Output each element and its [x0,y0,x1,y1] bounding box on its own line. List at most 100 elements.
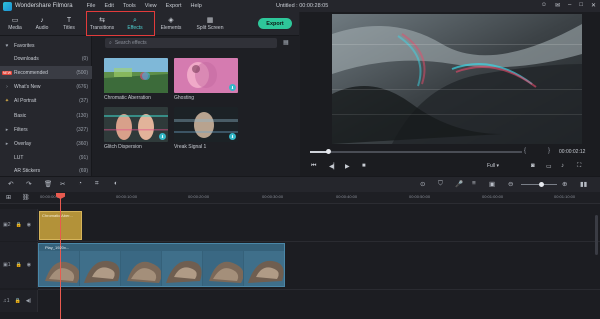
clip-thumbnail [39,251,79,286]
playback-scrubber[interactable] [310,151,522,153]
tab-elements[interactable]: ◈ Elements [156,14,186,34]
protect-icon[interactable]: ⛉ [438,180,443,188]
fullscreen-icon[interactable]: ⛶ [577,163,581,170]
effect-thumbnail [104,58,168,93]
color-icon[interactable]: ◐ [114,180,118,187]
sidebar-item-count: (676) [76,83,88,90]
eye-icon[interactable]: ◉ [27,262,31,268]
minimize-icon[interactable]: – [568,2,571,9]
export-button[interactable]: Export [258,18,292,29]
eye-icon[interactable]: ◉ [27,222,31,228]
tab-titles[interactable]: T Titles [56,14,82,34]
grid-view-icon[interactable]: ▦ [283,39,291,47]
video-clip[interactable]: Play_1920x... [38,243,285,287]
speaker-icon[interactable]: ◀) [26,298,32,304]
sidebar-item-favorites[interactable]: ♥ Favorites [0,39,92,52]
download-icon[interactable]: ⬇ [229,133,236,140]
stop-icon[interactable]: ■ [362,163,366,169]
undo-icon[interactable]: ↶ [8,180,13,188]
playhead[interactable] [60,195,61,319]
play-icon[interactable]: ▶ [345,163,350,170]
zoom-slider-handle[interactable] [539,182,544,187]
search-effects-input[interactable]: ⌕ Search effects [105,38,277,48]
sidebar-item-label: Overlay [14,140,32,147]
lock-icon[interactable]: 🔒 [15,298,21,304]
delete-icon[interactable]: 🗑 [44,180,52,188]
effect-card[interactable]: ⬇ Glitch Dispersion [104,107,168,150]
render-icon[interactable]: ⊙ [420,180,425,188]
monitor-icon[interactable]: ▭ [546,163,552,170]
effect-label: Ghosting [174,95,195,101]
sidebar-item-downloads[interactable]: Downloads (0) [0,52,92,65]
new-badge: NEW [1,70,13,75]
lock-icon[interactable]: 🔒 [16,222,22,228]
timeline-ruler[interactable] [0,192,600,204]
video-track-header: ▣1 🔒 ◉ [0,242,38,288]
message-icon[interactable]: ✉ [555,2,560,9]
link-icon[interactable]: ⛓ [22,194,30,201]
download-icon[interactable]: ⬇ [229,84,236,91]
redo-icon[interactable]: ↷ [26,180,31,188]
folder-icon: ▭ [11,17,19,24]
tab-split-screen[interactable]: ▦ Split Screen [193,14,227,34]
sidebar-item-lut[interactable]: LUT (91) [0,151,92,164]
lock-icon[interactable]: 🔒 [16,262,22,268]
sidebar-item-label: Favorites [14,42,35,49]
effect-card[interactable]: Chromatic Aberration [104,58,168,101]
mark-in-icon[interactable]: { [524,148,526,154]
expand-arrow-icon: ▸ [5,126,9,133]
mark-out-icon[interactable]: } [548,148,550,154]
scrubber-handle[interactable] [326,149,331,154]
mixer-icon[interactable]: ≡ [472,180,476,187]
sidebar-item-recommended[interactable]: NEW Recommended (500) [0,66,92,79]
add-track-icon[interactable]: ⊞ [6,194,11,201]
sidebar-item-basic[interactable]: Basic (130) [0,109,92,122]
menu-tools[interactable]: Tools [123,3,136,9]
split-screen-icon: ▦ [206,17,214,24]
sidebar-item-whats-new[interactable]: › What's New (676) [0,80,92,93]
volume-icon[interactable]: ♪ [561,163,564,169]
search-placeholder: Search effects [114,40,147,46]
effect-card[interactable]: ⬇ Ghosting [174,58,238,101]
cut-icon[interactable]: ✂ [60,180,65,188]
clip-icon[interactable]: ▣ [489,180,495,188]
step-back-icon[interactable]: ⏮ [311,163,316,170]
sidebar-item-count: (130) [76,112,88,119]
menu-export[interactable]: Export [166,3,182,9]
crop-icon[interactable]: ⌗ [95,180,99,188]
tab-media-label: Media [8,25,22,31]
menu-help[interactable]: Help [191,3,202,9]
close-icon[interactable]: ✕ [591,2,596,9]
effect-label: Glitch Dispersion [104,144,142,150]
snapshot-icon[interactable]: ◙ [531,163,535,169]
render-quality-select[interactable]: Full ▾ [487,163,499,169]
sidebar-item-count: (0) [81,55,88,62]
zoom-out-icon[interactable]: ⊖ [508,180,513,188]
tab-audio[interactable]: ♪ Audio [29,14,55,34]
microphone-icon[interactable]: 🎤 [455,180,463,188]
menu-view[interactable]: View [145,3,157,9]
download-icon[interactable]: ⬇ [159,133,166,140]
account-icon[interactable]: ☺ [541,2,547,9]
sidebar-item-filters[interactable]: ▸ Filters (327) [0,123,92,136]
tab-media[interactable]: ▭ Media [2,14,28,34]
timeline-settings-icon[interactable]: ▮▮ [580,180,587,188]
prev-frame-icon[interactable]: ◀▏ [329,163,338,170]
speed-icon[interactable]: ◔ [78,180,82,187]
sidebar-item-count: (360) [76,140,88,147]
sidebar-item-overlay[interactable]: ▸ Overlay (360) [0,137,92,150]
zoom-in-icon[interactable]: ⊕ [562,180,567,188]
effect-thumbnail: ⬇ [174,58,238,93]
sidebar-item-count: (327) [76,126,88,133]
sidebar-item-label: Filters [14,126,28,133]
menu-edit[interactable]: Edit [104,3,113,9]
ruler-label: 00:01:00:00 [482,194,504,199]
timeline-scrollbar[interactable] [595,215,598,255]
effects-category-sidebar: ♥ Favorites Downloads (0) NEW Recommende… [0,36,92,176]
sidebar-item-ai-portrait[interactable]: ✦ AI Portrait (37) [0,94,92,107]
menu-file[interactable]: File [87,3,96,9]
effect-card[interactable]: ⬇ Vreak Signal 1 [174,107,238,150]
clip-thumbnail [162,251,202,286]
maximize-icon[interactable]: □ [579,2,583,9]
effect-track-header: ▣2 🔒 ◉ [0,209,38,241]
